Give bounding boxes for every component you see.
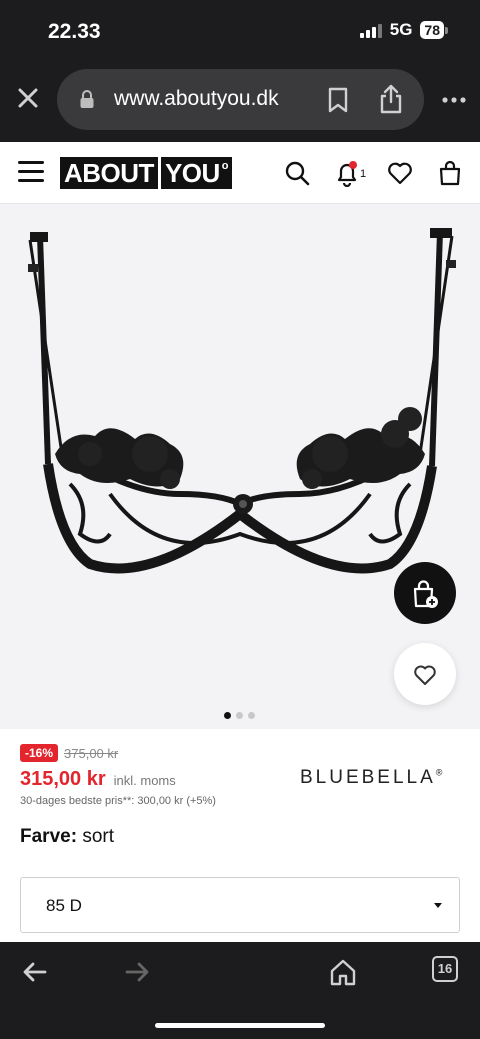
gallery-pagination[interactable] <box>224 712 255 719</box>
product-gallery[interactable] <box>0 204 480 729</box>
about-you-logo[interactable]: ABOUT YOU o <box>60 157 233 189</box>
bag-icon[interactable] <box>436 159 464 187</box>
close-icon[interactable] <box>14 84 42 112</box>
menu-icon[interactable] <box>18 161 44 183</box>
browser-top-bar: 22.33 5G 78 www.aboutyou.dk <box>0 0 480 142</box>
gallery-dot[interactable] <box>248 712 255 719</box>
address-bar[interactable]: www.aboutyou.dk <box>57 69 424 130</box>
home-indicator[interactable] <box>155 1023 325 1028</box>
more-icon[interactable] <box>440 90 468 110</box>
color-value: sort <box>82 826 114 847</box>
heart-icon <box>414 665 436 685</box>
discount-row: -16% 375,00 kr <box>20 744 118 762</box>
home-icon[interactable] <box>328 958 358 986</box>
battery-level: 78 <box>420 21 444 39</box>
bell-icon[interactable] <box>333 159 361 187</box>
battery-icon: 78 <box>420 21 448 39</box>
status-time: 22.33 <box>48 20 101 43</box>
forward-arrow-icon[interactable] <box>122 958 152 986</box>
status-indicators: 5G 78 <box>359 20 448 40</box>
signal-icon <box>359 22 382 38</box>
notification-count: 1 <box>360 168 367 180</box>
current-price: 315,00 kr <box>20 768 106 790</box>
price-row: 315,00 kr inkl. moms <box>20 768 176 791</box>
add-to-wishlist-button[interactable] <box>394 643 456 705</box>
site-header: ABOUT YOU o 1 <box>0 142 480 204</box>
gallery-dot[interactable] <box>236 712 243 719</box>
network-type: 5G <box>389 20 413 39</box>
bookmark-icon[interactable] <box>325 86 351 114</box>
discount-badge: -16% <box>20 744 59 762</box>
old-price: 375,00 kr <box>64 745 119 761</box>
url-text[interactable]: www.aboutyou.dk <box>114 87 279 111</box>
tabs-icon[interactable]: 16 <box>432 956 458 982</box>
best-price-note: 30-dages bedste pris**: 300,00 kr (+5%) <box>20 795 216 807</box>
lock-icon <box>80 90 94 108</box>
size-value: 85 D <box>46 896 82 915</box>
heart-icon[interactable] <box>386 159 414 187</box>
caret-down-icon <box>434 903 442 908</box>
vat-note: inkl. moms <box>113 773 176 788</box>
add-to-bag-icon <box>413 580 438 608</box>
share-icon[interactable] <box>377 83 405 115</box>
add-to-cart-button[interactable] <box>394 562 456 624</box>
color-label: Farve: sort <box>20 826 114 847</box>
browser-bottom-bar: 16 <box>0 942 480 1039</box>
gallery-dot[interactable] <box>224 712 231 719</box>
back-arrow-icon[interactable] <box>20 958 50 986</box>
brand-name[interactable]: BLUEBELLA® <box>300 767 442 789</box>
search-icon[interactable] <box>283 159 311 187</box>
size-select[interactable]: 85 D <box>20 877 460 933</box>
